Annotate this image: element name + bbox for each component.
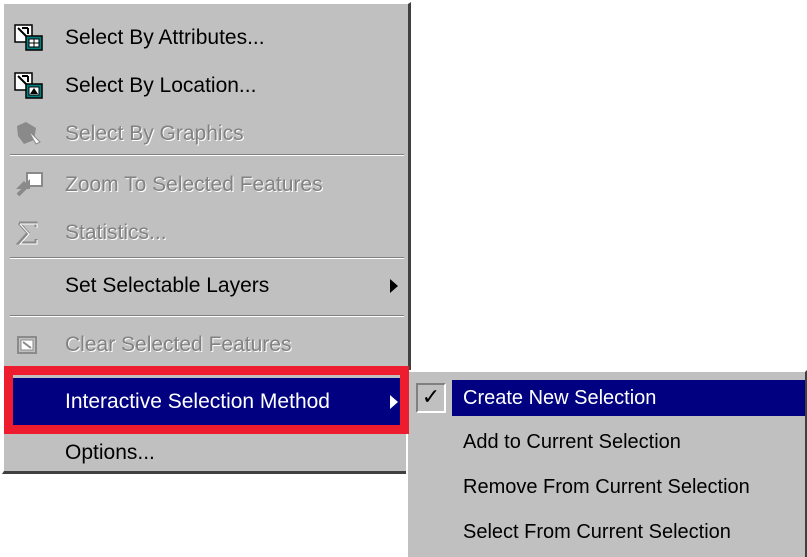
menu-item-label: Statistics...	[65, 221, 167, 244]
submenu-item-create-new-selection[interactable]: ✓ Create New Selection	[408, 376, 805, 420]
menu-item-label: Options...	[65, 441, 155, 464]
screenshot-stage: Select By Attributes... Select By Locati…	[0, 0, 807, 557]
sigma-icon	[14, 219, 44, 247]
submenu-item-label: Remove From Current Selection	[463, 476, 750, 498]
menu-item-label: Zoom To Selected Features	[65, 173, 323, 196]
menu-item-label: Set Selectable Layers	[65, 274, 270, 297]
submenu-item-label: Create New Selection	[463, 387, 657, 409]
menu-separator	[10, 154, 404, 156]
select-by-attributes-icon	[14, 24, 44, 52]
menu-item-label: Clear Selected Features	[65, 333, 292, 356]
menu-item-select-by-graphics[interactable]: Select By Graphics	[4, 110, 406, 158]
menu-item-clear-selected[interactable]: Clear Selected Features	[4, 321, 406, 369]
submenu-highlight: Create New Selection	[452, 380, 805, 416]
menu-item-options[interactable]: Options...	[4, 429, 406, 477]
menu-separator	[10, 257, 404, 259]
menu-item-label: Select By Graphics	[65, 122, 244, 145]
submenu-item-select-from-current[interactable]: Select From Current Selection	[408, 510, 805, 554]
select-by-graphics-icon	[14, 120, 44, 148]
submenu-item-label: Add to Current Selection	[463, 431, 681, 453]
clear-selection-icon	[14, 331, 44, 359]
checkmark-icon: ✓	[416, 383, 446, 413]
menu-item-label: Select By Attributes...	[65, 26, 265, 49]
annotation-highlight-frame	[4, 366, 409, 434]
menu-separator	[10, 315, 404, 317]
submenu-item-add-to-current[interactable]: Add to Current Selection	[408, 420, 805, 464]
zoom-to-selected-icon	[14, 171, 44, 199]
submenu-arrow-icon	[390, 279, 398, 293]
menu-item-zoom-to-selected[interactable]: Zoom To Selected Features	[4, 161, 406, 209]
menu-item-statistics[interactable]: Statistics...	[4, 209, 406, 257]
select-by-location-icon	[14, 72, 44, 100]
submenu-item-label: Select From Current Selection	[463, 521, 731, 543]
menu-item-label: Select By Location...	[65, 74, 257, 97]
menu-item-select-by-location[interactable]: Select By Location...	[4, 62, 406, 110]
menu-item-select-by-attributes[interactable]: Select By Attributes...	[4, 14, 406, 62]
submenu-item-remove-from-current[interactable]: Remove From Current Selection	[408, 465, 805, 509]
interactive-selection-submenu: ✓ Create New Selection Add to Current Se…	[406, 370, 807, 557]
menu-item-set-selectable-layers[interactable]: Set Selectable Layers	[4, 262, 406, 310]
